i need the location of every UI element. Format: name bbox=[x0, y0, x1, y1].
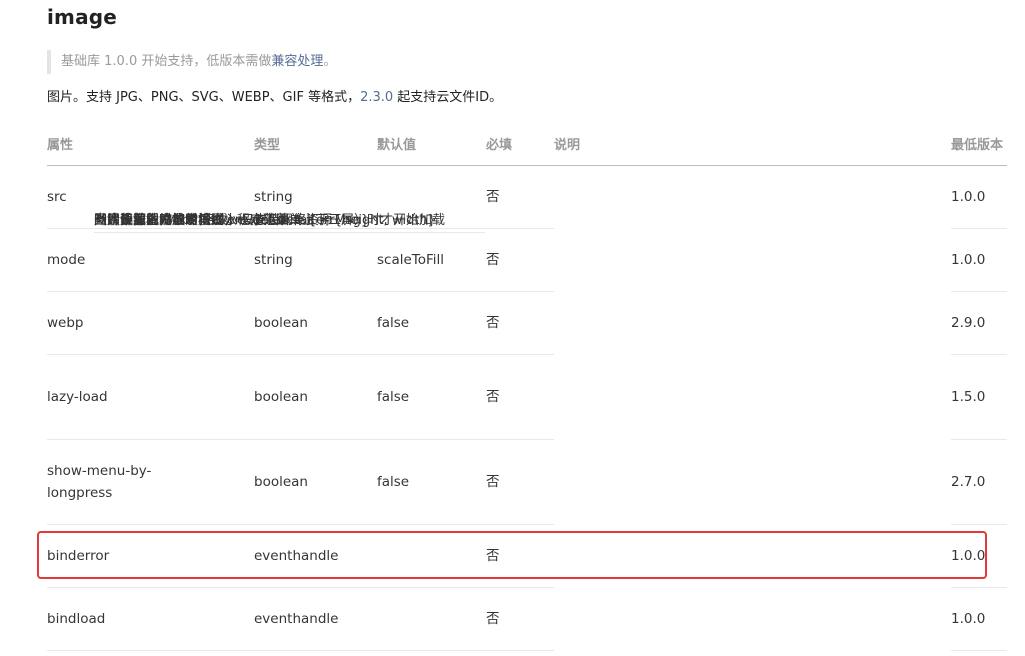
component-description: 图片。支持 JPG、PNG、SVG、WEBP、GIF 等格式，2.3.0 起支持… bbox=[47, 88, 502, 108]
cell-version: 1.0.0 bbox=[951, 165, 1007, 229]
cell-default: scaleToFill bbox=[377, 228, 486, 292]
header-description: 说明 bbox=[554, 122, 951, 166]
cell-required: 否 bbox=[486, 587, 554, 651]
cell-required: 否 bbox=[486, 228, 554, 292]
cell-version: 1.0.0 bbox=[951, 587, 1007, 651]
description-text: 图片。支持 JPG、PNG、SVG、WEBP、GIF 等格式， bbox=[47, 90, 361, 105]
cell-default bbox=[377, 587, 486, 651]
cell-version: 1.0.0 bbox=[951, 524, 1007, 588]
cell-attribute: lazy-load bbox=[47, 354, 254, 440]
cell-type: eventhandle bbox=[254, 587, 377, 651]
cell-required: 否 bbox=[486, 291, 554, 355]
table-row: bindload eventhandle 否 当图片载入完毕时触发，event.… bbox=[47, 213, 1007, 651]
header-required: 必填 bbox=[486, 122, 554, 166]
cell-version: 2.9.0 bbox=[951, 291, 1007, 355]
properties-table: 属性 类型 默认值 必填 说明 最低版本 src string 否 图片资源地址… bbox=[47, 122, 1007, 651]
cell-attribute: show-menu-by-longpress bbox=[47, 439, 254, 525]
support-note-text: 基础库 1.0.0 开始支持，低版本需做 bbox=[61, 54, 272, 69]
doc-page: image 基础库 1.0.0 开始支持，低版本需做兼容处理。 图片。支持 JP… bbox=[0, 0, 1025, 656]
cell-attribute: bindload bbox=[47, 587, 254, 651]
cell-default: false bbox=[377, 439, 486, 525]
cell-type: string bbox=[254, 228, 377, 292]
header-type: 类型 bbox=[254, 122, 377, 166]
cell-default bbox=[377, 524, 486, 588]
table-row: show-menu-by-longpress boolean false 否 开… bbox=[47, 213, 1007, 525]
cell-required: 否 bbox=[486, 439, 554, 525]
table-header-row: 属性 类型 默认值 必填 说明 最低版本 bbox=[47, 122, 1007, 166]
cell-description: 当图片载入完毕时触发，event.detail = {height, width… bbox=[94, 210, 476, 233]
cell-required: 否 bbox=[486, 354, 554, 440]
cell-type: eventhandle bbox=[254, 524, 377, 588]
cell-attribute: webp bbox=[47, 291, 254, 355]
cell-required: 否 bbox=[486, 524, 554, 588]
support-note: 基础库 1.0.0 开始支持，低版本需做兼容处理。 bbox=[47, 50, 336, 74]
cell-default: false bbox=[377, 354, 486, 440]
cell-attribute: mode bbox=[47, 228, 254, 292]
cell-type: boolean bbox=[254, 439, 377, 525]
cell-required: 否 bbox=[486, 165, 554, 229]
description-version: 2.3.0 bbox=[360, 90, 394, 105]
description-suffix: 起支持云文件ID。 bbox=[393, 90, 503, 105]
table-row: lazy-load boolean false 否 图片懒加载，在即将进入一定范… bbox=[47, 213, 1007, 440]
page-title: image bbox=[47, 5, 118, 29]
header-min-version: 最低版本 bbox=[951, 122, 1007, 166]
support-note-suffix: 。 bbox=[323, 54, 337, 69]
table-row: webp boolean false 否 默认不解析 webP 格式，只支持网络… bbox=[47, 213, 1007, 355]
cell-type: boolean bbox=[254, 354, 377, 440]
compat-link[interactable]: 兼容处理 bbox=[271, 54, 323, 69]
cell-default: false bbox=[377, 291, 486, 355]
header-default: 默认值 bbox=[377, 122, 486, 166]
table-row: binderror eventhandle 否 当错误发生时触发，event.d… bbox=[47, 213, 1007, 588]
header-attribute: 属性 bbox=[47, 122, 254, 166]
cell-version: 1.0.0 bbox=[951, 228, 1007, 292]
cell-version: 2.7.0 bbox=[951, 439, 1007, 525]
cell-type: boolean bbox=[254, 291, 377, 355]
cell-version: 1.5.0 bbox=[951, 354, 1007, 440]
table-row: mode string scaleToFill 否 图片裁剪、缩放的模式 1.0… bbox=[47, 213, 1007, 292]
cell-attribute: binderror bbox=[47, 524, 254, 588]
